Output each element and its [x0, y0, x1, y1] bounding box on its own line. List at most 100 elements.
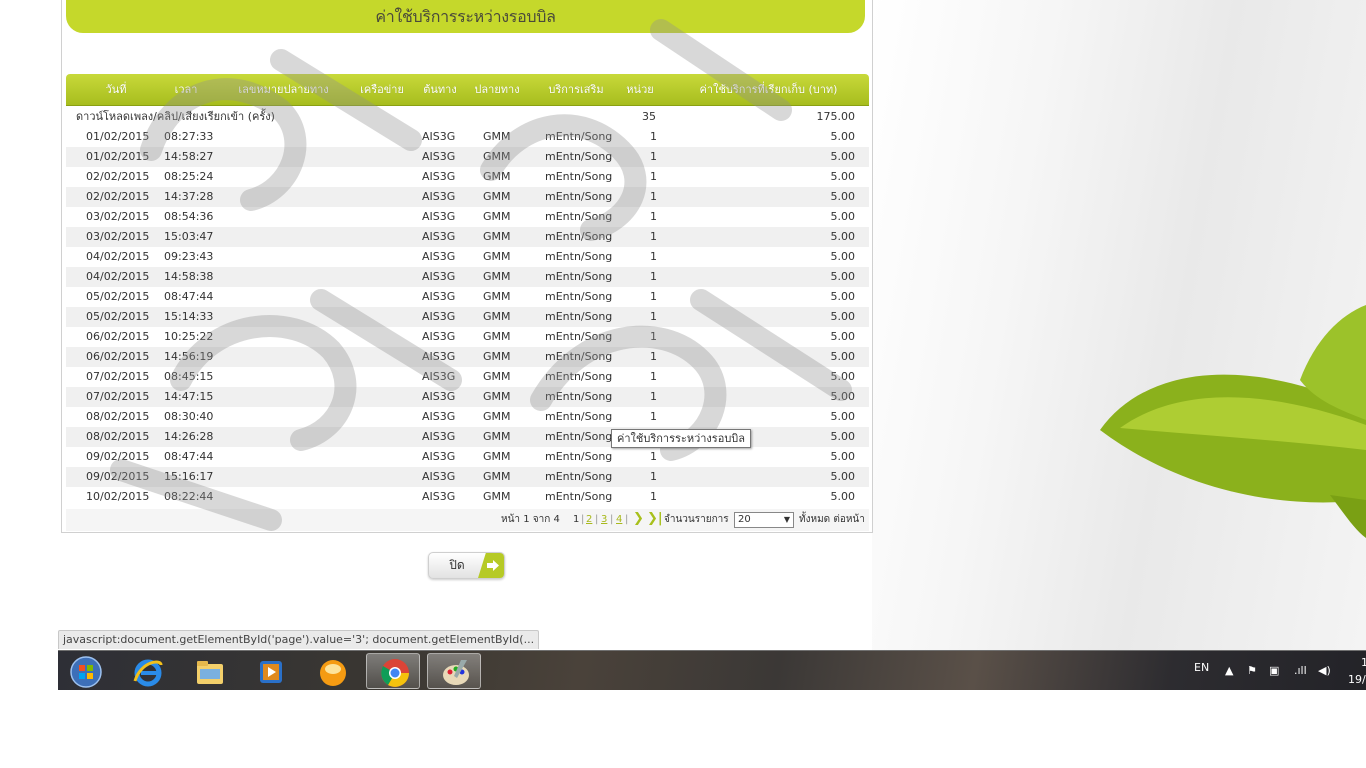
cell-service: mEntn/Song [545, 230, 613, 243]
cell-time: 08:30:40 [164, 410, 214, 423]
cell-unit: 1 [650, 150, 657, 163]
panel-title: ค่าใช้บริการระหว่างรอบบิล [66, 0, 865, 33]
taskbar-file-explorer[interactable] [182, 653, 236, 689]
cell-date: 09/02/2015 [86, 470, 150, 483]
start-orb-icon [70, 656, 102, 688]
cell-source: AIS3G [422, 450, 456, 463]
cell-time: 08:27:33 [164, 130, 214, 143]
cell-source: AIS3G [422, 170, 456, 183]
cell-date: 09/02/2015 [86, 450, 150, 463]
cell-unit: 1 [650, 170, 657, 183]
cell-unit: 1 [650, 130, 657, 143]
cell-amount: 5.00 [830, 310, 856, 323]
tooltip: ค่าใช้บริการระหว่างรอบบิล [611, 429, 752, 448]
taskbar-chrome[interactable] [366, 653, 420, 689]
group-amount: 175.00 [816, 110, 856, 123]
cell-service: mEntn/Song [545, 370, 613, 383]
last-page-icon[interactable]: ❯| [647, 508, 663, 530]
action-center-flag-icon[interactable]: ⚑ [1247, 664, 1257, 677]
table-row: 09/02/2015 08:47:44 AIS3G GMM mEntn/Song 1 5.0… [66, 447, 869, 467]
cell-date: 06/02/2015 [86, 330, 150, 343]
per-page-label: จำนวนรายการ [664, 514, 729, 525]
table-row: 09/02/2015 15:16:17 AIS3G GMM mEntn/Song 1 5.0… [66, 467, 869, 487]
cell-unit: 1 [650, 310, 657, 323]
cell-date: 04/02/2015 [86, 270, 150, 283]
cell-amount: 5.00 [830, 350, 856, 363]
column-header-destination-number: เลขหมายปลายทาง [238, 83, 329, 96]
cell-date: 07/02/2015 [86, 390, 150, 403]
cell-source: AIS3G [422, 390, 456, 403]
clock-time[interactable]: 1 [1361, 656, 1366, 669]
screen: ค่าใช้บริการระหว่างรอบบิล วันที่ เวลา เล… [0, 0, 1366, 768]
volume-icon[interactable]: ◀) [1318, 664, 1331, 677]
cell-time: 08:25:24 [164, 170, 214, 183]
cell-source: AIS3G [422, 150, 456, 163]
column-header-network: เครือข่าย [360, 83, 404, 96]
table-row: 03/02/2015 15:03:47 AIS3G GMM mEntn/Song 1 5.0… [66, 227, 869, 247]
page-separator: | [625, 514, 629, 525]
cell-unit: 1 [650, 290, 657, 303]
cell-dest: GMM [483, 270, 511, 283]
cell-dest: GMM [483, 410, 511, 423]
cell-dest: GMM [483, 350, 511, 363]
cell-source: AIS3G [422, 310, 456, 323]
cell-service: mEntn/Song [545, 130, 613, 143]
taskbar-media-player[interactable] [243, 653, 297, 689]
media-player-icon [260, 661, 282, 683]
taskbar: EN ▲ ⚑ ▣ .ıll ◀) 1 19/ [58, 650, 1366, 690]
cell-amount: 5.00 [830, 270, 856, 283]
table-row: 02/02/2015 08:25:24 AIS3G GMM mEntn/Song 1 5.0… [66, 167, 869, 187]
cell-amount: 5.00 [830, 430, 856, 443]
cell-date: 06/02/2015 [86, 350, 150, 363]
cell-unit: 1 [650, 470, 657, 483]
column-header-unit: หน่วย [626, 83, 654, 96]
cell-time: 08:47:44 [164, 450, 214, 463]
cell-unit: 1 [650, 210, 657, 223]
cell-source: AIS3G [422, 290, 456, 303]
next-page-icon[interactable]: ❯ [633, 508, 644, 530]
cell-unit: 1 [650, 330, 657, 343]
page-link-3[interactable]: 3 [601, 509, 607, 531]
cell-service: mEntn/Song [545, 190, 613, 203]
language-indicator[interactable]: EN [1194, 661, 1209, 674]
internet-explorer-icon [133, 659, 163, 687]
taskbar-paint[interactable] [427, 653, 481, 689]
cell-source: AIS3G [422, 250, 456, 263]
cell-service: mEntn/Song [545, 270, 613, 283]
page-link-2[interactable]: 2 [586, 509, 592, 531]
cell-date: 08/02/2015 [86, 430, 150, 443]
taskbar-chat-app[interactable] [305, 653, 359, 689]
cell-date: 03/02/2015 [86, 230, 150, 243]
cell-service: mEntn/Song [545, 410, 613, 423]
page-indicator: หน้า 1 จาก 4 [501, 514, 560, 525]
taskbar-internet-explorer[interactable] [120, 653, 174, 689]
page-number-current: 1 [573, 514, 580, 525]
cell-date: 01/02/2015 [86, 150, 150, 163]
cell-time: 09:23:43 [164, 250, 214, 263]
cell-time: 14:58:38 [164, 270, 214, 283]
power-icon[interactable]: ▣ [1269, 664, 1279, 677]
cell-amount: 5.00 [830, 470, 856, 483]
close-button[interactable]: ปิด [428, 552, 505, 579]
table-row: 10/02/2015 08:22:44 AIS3G GMM mEntn/Song 1 5.0… [66, 487, 869, 507]
cell-dest: GMM [483, 150, 511, 163]
page-link-4[interactable]: 4 [616, 509, 622, 531]
cell-dest: GMM [483, 170, 511, 183]
per-page-select[interactable]: 20 ▼ [734, 512, 794, 528]
pagination-bar: หน้า 1 จาก 4 1 | 2 | 3 | 4 | ❯ ❯| จำนวนร… [66, 509, 869, 531]
cell-unit: 1 [650, 410, 657, 423]
network-signal-icon[interactable]: .ıll [1294, 664, 1307, 677]
start-button[interactable] [58, 653, 112, 689]
cell-amount: 5.00 [830, 410, 856, 423]
clock-date[interactable]: 19/ [1348, 673, 1366, 686]
cell-service: mEntn/Song [545, 470, 613, 483]
table-row: 04/02/2015 09:23:43 AIS3G GMM mEntn/Song 1 5.0… [66, 247, 869, 267]
cell-time: 08:45:15 [164, 370, 214, 383]
cell-source: AIS3G [422, 410, 456, 423]
cell-date: 04/02/2015 [86, 250, 150, 263]
show-hidden-icons-icon[interactable]: ▲ [1225, 664, 1233, 677]
cell-service: mEntn/Song [545, 290, 613, 303]
cell-amount: 5.00 [830, 490, 856, 503]
paint-icon [443, 660, 469, 685]
close-button-label: ปิด [449, 558, 465, 572]
